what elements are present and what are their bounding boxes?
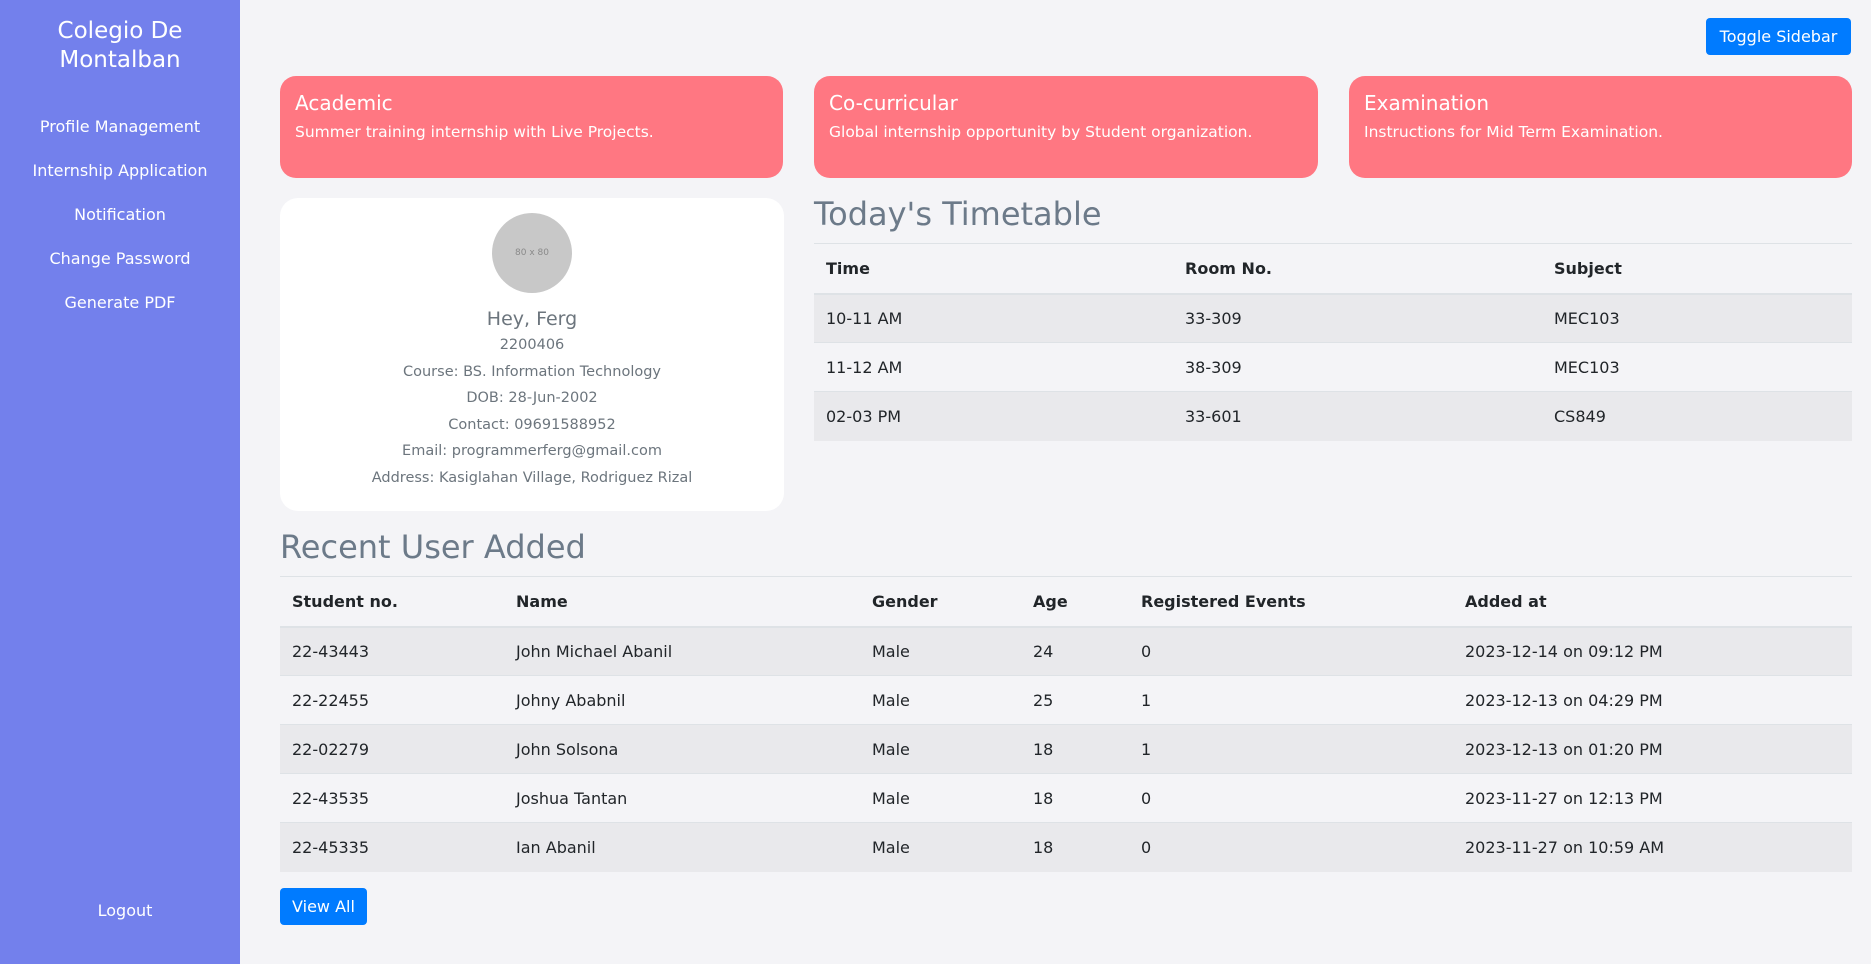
card-text: Summer training internship with Live Pro… — [295, 123, 654, 141]
table-cell: 2023-12-13 on 04:29 PM — [1453, 675, 1852, 725]
avatar: 80 x 80 — [492, 213, 572, 293]
column-header: Room No. — [1173, 243, 1542, 295]
table-cell: Ian Abanil — [504, 822, 860, 872]
table-cell: 18 — [1021, 822, 1129, 872]
column-header: Time — [814, 243, 1173, 295]
toggle-sidebar-button[interactable]: Toggle Sidebar — [1706, 18, 1851, 55]
profile-student-id: 2200406 — [499, 337, 565, 353]
card-examination[interactable]: Examination Instructions for Mid Term Ex… — [1349, 76, 1852, 178]
card-text: Global internship opportunity by Student… — [829, 123, 1253, 141]
column-header: Name — [504, 576, 860, 628]
table-cell: 10-11 AM — [814, 293, 1173, 343]
table-cell: MEC103 — [1542, 342, 1852, 392]
table-header-row: Student no. Name Gender Age Registered E… — [280, 576, 1852, 628]
table-cell: 02-03 PM — [814, 391, 1173, 441]
table-cell: 22-43443 — [280, 626, 504, 676]
view-all-button[interactable]: View All — [280, 888, 367, 925]
sidebar-item-generate-pdf[interactable]: Generate PDF — [0, 281, 240, 325]
profile-greeting: Hey, Ferg — [486, 308, 578, 330]
column-header: Subject — [1542, 243, 1852, 295]
table-cell: Male — [860, 675, 1021, 725]
recent-users-title: Recent User Added — [280, 528, 586, 566]
table-cell: 2023-11-27 on 12:13 PM — [1453, 773, 1852, 823]
table-row: 22-02279 John Solsona Male 18 1 2023-12-… — [280, 724, 1852, 774]
column-header: Gender — [860, 576, 1021, 628]
table-cell: John Michael Abanil — [504, 626, 860, 676]
profile-dob: DOB: 28-Jun-2002 — [466, 390, 598, 407]
table-cell: Male — [860, 626, 1021, 676]
table-row: 22-43535 Joshua Tantan Male 18 0 2023-11… — [280, 773, 1852, 823]
table-cell: CS849 — [1542, 391, 1852, 441]
table-cell: 1 — [1129, 675, 1453, 725]
table-cell: 0 — [1129, 822, 1453, 872]
table-cell: Male — [860, 724, 1021, 774]
table-cell: MEC103 — [1542, 293, 1852, 343]
sidebar-nav: Profile Management Internship Applicatio… — [0, 105, 240, 325]
table-cell: 0 — [1129, 773, 1453, 823]
card-title: Academic — [295, 91, 393, 115]
table-row: 22-22455 Johny Ababnil Male 25 1 2023-12… — [280, 675, 1852, 725]
table-cell: 18 — [1021, 724, 1129, 774]
table-cell: 33-309 — [1173, 293, 1542, 343]
table-cell: 2023-12-13 on 01:20 PM — [1453, 724, 1852, 774]
table-cell: 2023-11-27 on 10:59 AM — [1453, 822, 1852, 872]
table-row: 02-03 PM 33-601 CS849 — [814, 391, 1852, 441]
logout-link[interactable]: Logout — [0, 889, 250, 933]
card-academic[interactable]: Academic Summer training internship with… — [280, 76, 783, 178]
table-cell: 38-309 — [1173, 342, 1542, 392]
profile-address: Address: Kasiglahan Village, Rodriguez R… — [371, 469, 693, 486]
sidebar: Colegio De Montalban Profile Management … — [0, 0, 240, 964]
table-cell: Male — [860, 773, 1021, 823]
profile-contact: Contact: 09691588952 — [448, 416, 616, 433]
table-cell: Male — [860, 822, 1021, 872]
table-cell: John Solsona — [504, 724, 860, 774]
table-cell: 22-43535 — [280, 773, 504, 823]
recent-users-table: Student no. Name Gender Age Registered E… — [280, 576, 1852, 872]
sidebar-item-profile-management[interactable]: Profile Management — [0, 105, 240, 149]
table-row: 22-43443 John Michael Abanil Male 24 0 2… — [280, 626, 1852, 676]
table-cell: Joshua Tantan — [504, 773, 860, 823]
timetable-title: Today's Timetable — [814, 195, 1102, 233]
table-cell: 1 — [1129, 724, 1453, 774]
table-cell: 0 — [1129, 626, 1453, 676]
table-header-row: Time Room No. Subject — [814, 243, 1852, 295]
table-row: 11-12 AM 38-309 MEC103 — [814, 342, 1852, 392]
column-header: Registered Events — [1129, 576, 1453, 628]
sidebar-item-notification[interactable]: Notification — [0, 193, 240, 237]
table-cell: 11-12 AM — [814, 342, 1173, 392]
card-title: Co-curricular — [829, 91, 958, 115]
sidebar-item-change-password[interactable]: Change Password — [0, 237, 240, 281]
column-header: Student no. — [280, 576, 504, 628]
brand-title: Colegio De Montalban — [57, 18, 183, 73]
table-cell: 22-02279 — [280, 724, 504, 774]
column-header: Added at — [1453, 576, 1852, 628]
profile-course: Course: BS. Information Technology — [403, 363, 661, 380]
table-cell: 22-22455 — [280, 675, 504, 725]
table-row: 22-45335 Ian Abanil Male 18 0 2023-11-27… — [280, 822, 1852, 872]
timetable-table: Time Room No. Subject 10-11 AM 33-309 ME… — [814, 243, 1852, 441]
table-cell: 22-45335 — [280, 822, 504, 872]
card-co-curricular[interactable]: Co-curricular Global internship opportun… — [814, 76, 1318, 178]
card-text: Instructions for Mid Term Examination. — [1364, 123, 1663, 141]
table-row: 10-11 AM 33-309 MEC103 — [814, 293, 1852, 343]
sidebar-item-internship-application[interactable]: Internship Application — [0, 149, 240, 193]
table-cell: 25 — [1021, 675, 1129, 725]
profile-card: 80 x 80 Hey, Ferg 2200406 Course: BS. In… — [280, 198, 784, 511]
table-cell: 18 — [1021, 773, 1129, 823]
table-cell: 2023-12-14 on 09:12 PM — [1453, 626, 1852, 676]
card-title: Examination — [1364, 91, 1490, 115]
table-cell: 33-601 — [1173, 391, 1542, 441]
profile-email: Email: programmerferg@gmail.com — [402, 443, 662, 460]
column-header: Age — [1021, 576, 1129, 628]
table-cell: 24 — [1021, 626, 1129, 676]
table-cell: Johny Ababnil — [504, 675, 860, 725]
